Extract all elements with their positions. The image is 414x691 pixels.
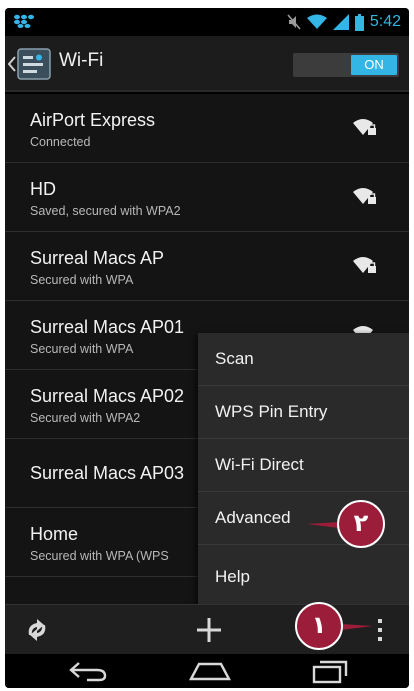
network-row-hd[interactable]: HD Saved, secured with WPA2	[5, 163, 409, 232]
network-status: Saved, secured with WPA2	[30, 204, 181, 218]
menu-item-label: Scan	[215, 349, 254, 368]
network-status: Secured with WPA	[30, 273, 134, 287]
phone-screen: 5:42 Wi-Fi ON AirPort Express Connected	[5, 8, 409, 688]
network-name: Surreal Macs AP01	[30, 317, 185, 337]
navigation-bar	[5, 654, 409, 688]
battery-icon	[354, 13, 364, 31]
menu-item-label: Help	[215, 567, 250, 586]
wifi-signal-locked-icon	[353, 119, 376, 135]
network-row-airport-express[interactable]: AirPort Express Connected	[5, 94, 409, 163]
network-row-surreal-macs-ap[interactable]: Surreal Macs AP Secured with WPA	[5, 232, 409, 301]
menu-item-help[interactable]: Help	[198, 545, 409, 605]
page-title: Wi-Fi	[59, 50, 104, 71]
status-icons: 5:42	[287, 12, 401, 32]
network-name: Surreal Macs AP	[30, 248, 165, 268]
wifi-toggle-on-label: ON	[351, 55, 397, 75]
overflow-menu-icon[interactable]	[374, 617, 386, 643]
menu-item-wps-pin-entry[interactable]: WPS Pin Entry	[198, 386, 409, 439]
network-status: Connected	[30, 135, 91, 149]
mute-icon	[287, 14, 301, 30]
wifi-toggle[interactable]: ON	[293, 53, 399, 77]
add-network-icon[interactable]	[195, 616, 223, 644]
network-name: AirPort Express	[30, 110, 156, 130]
step-1-callout-number: ١	[311, 612, 327, 639]
blackberry-icon	[14, 14, 34, 28]
network-name: Surreal Macs AP02	[30, 386, 185, 406]
menu-item-scan[interactable]: Scan	[198, 333, 409, 386]
step-2-callout-number: ٢	[353, 510, 369, 537]
menu-item-label: WPS Pin Entry	[215, 402, 328, 421]
menu-item-label: Wi-Fi Direct	[215, 455, 304, 474]
home-icon[interactable]	[187, 659, 233, 683]
network-status: Secured with WPA (WPS	[30, 549, 169, 563]
network-name: Surreal Macs AP03	[30, 463, 185, 483]
network-name: Home	[30, 524, 79, 544]
menu-item-label: Advanced	[215, 508, 291, 527]
cell-signal-icon	[332, 14, 349, 30]
network-name: HD	[30, 179, 56, 199]
wps-refresh-icon[interactable]	[23, 617, 51, 643]
action-bar: Wi-Fi ON	[5, 36, 409, 92]
wifi-signal-icon	[306, 14, 327, 29]
back-icon[interactable]	[67, 659, 109, 683]
menu-item-wifi-direct[interactable]: Wi-Fi Direct	[198, 439, 409, 492]
recent-apps-icon[interactable]	[310, 658, 350, 684]
status-bar: 5:42	[5, 8, 409, 36]
wifi-signal-locked-icon	[353, 257, 376, 273]
status-time: 5:42	[369, 13, 401, 30]
up-navigation-chevron-icon[interactable]	[7, 55, 17, 73]
network-status: Secured with WPA2	[30, 411, 141, 425]
wifi-signal-locked-icon	[353, 188, 376, 204]
step-2-callout-shape	[307, 500, 385, 548]
network-status: Secured with WPA	[30, 342, 134, 356]
wifi-settings-app-icon[interactable]	[17, 48, 51, 80]
overflow-menu: Scan WPS Pin Entry Wi-Fi Direct Advanced…	[198, 333, 409, 605]
